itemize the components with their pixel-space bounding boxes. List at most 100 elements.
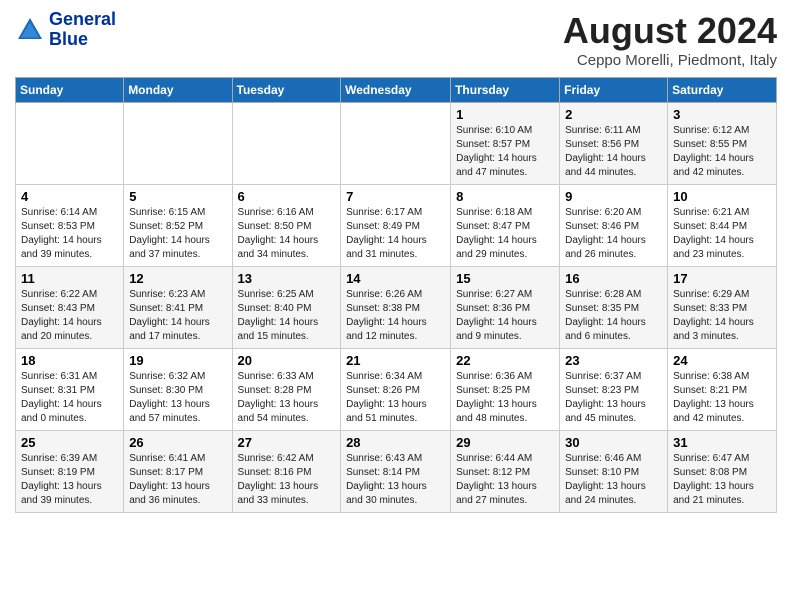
- calendar-cell: 23 Sunrise: 6:37 AM Sunset: 8:23 PM Dayli…: [560, 349, 668, 431]
- calendar-cell: 19 Sunrise: 6:32 AM Sunset: 8:30 PM Dayli…: [124, 349, 232, 431]
- calendar-cell: 8Sunrise: 6:18 AM Sunset: 8:47 PM Daylig…: [451, 185, 560, 267]
- day-number: 28: [346, 435, 445, 450]
- calendar-week-3: 18 Sunrise: 6:31 AM Sunset: 8:31 PM Dayli…: [16, 349, 777, 431]
- calendar-cell: 27 Sunrise: 6:42 AM Sunset: 8:16 PM Dayli…: [232, 431, 341, 513]
- calendar-cell: 31 Sunrise: 6:47 AM Sunset: 8:08 PM Dayli…: [668, 431, 777, 513]
- calendar-cell: 28 Sunrise: 6:43 AM Sunset: 8:14 PM Dayli…: [341, 431, 451, 513]
- day-number: 10: [673, 189, 771, 204]
- header-thursday: Thursday: [451, 78, 560, 103]
- day-number: 14: [346, 271, 445, 286]
- day-number: 31: [673, 435, 771, 450]
- day-number: 21: [346, 353, 445, 368]
- calendar-cell: 14 Sunrise: 6:26 AM Sunset: 8:38 PM Dayli…: [341, 267, 451, 349]
- header-saturday: Saturday: [668, 78, 777, 103]
- month-title: August 2024: [563, 10, 777, 52]
- calendar-cell: 6Sunrise: 6:16 AM Sunset: 8:50 PM Daylig…: [232, 185, 341, 267]
- calendar-cell: 20Sunrise: 6:33 AM Sunset: 8:28 PM Dayli…: [232, 349, 341, 431]
- logo: General Blue: [15, 10, 116, 50]
- calendar-cell: 29Sunrise: 6:44 AM Sunset: 8:12 PM Dayli…: [451, 431, 560, 513]
- logo-line2: Blue: [49, 30, 116, 50]
- day-info: Sunrise: 6:34 AM Sunset: 8:26 PM Dayligh…: [346, 370, 445, 426]
- calendar-header-row: Sunday Monday Tuesday Wednesday Thursday…: [16, 78, 777, 103]
- day-number: 26: [129, 435, 226, 450]
- day-number: 9: [565, 189, 662, 204]
- calendar-table: Sunday Monday Tuesday Wednesday Thursday…: [15, 77, 777, 513]
- header-tuesday: Tuesday: [232, 78, 341, 103]
- calendar-cell: 18 Sunrise: 6:31 AM Sunset: 8:31 PM Dayli…: [16, 349, 124, 431]
- calendar-week-2: 11Sunrise: 6:22 AM Sunset: 8:43 PM Dayli…: [16, 267, 777, 349]
- day-number: 6: [238, 189, 336, 204]
- calendar-cell: 22 Sunrise: 6:36 AM Sunset: 8:25 PM Dayli…: [451, 349, 560, 431]
- calendar-cell: [232, 103, 341, 185]
- calendar-week-4: 25Sunrise: 6:39 AM Sunset: 8:19 PM Dayli…: [16, 431, 777, 513]
- header-sunday: Sunday: [16, 78, 124, 103]
- day-info: Sunrise: 6:32 AM Sunset: 8:30 PM Dayligh…: [129, 370, 226, 426]
- day-info: Sunrise: 6:41 AM Sunset: 8:17 PM Dayligh…: [129, 452, 226, 508]
- day-number: 23: [565, 353, 662, 368]
- day-info: Sunrise: 6:20 AM Sunset: 8:46 PM Dayligh…: [565, 206, 662, 262]
- day-number: 24: [673, 353, 771, 368]
- calendar-cell: 24 Sunrise: 6:38 AM Sunset: 8:21 PM Dayli…: [668, 349, 777, 431]
- title-section: August 2024 Ceppo Morelli, Piedmont, Ita…: [563, 10, 777, 69]
- calendar-cell: 5Sunrise: 6:15 AM Sunset: 8:52 PM Daylig…: [124, 185, 232, 267]
- day-info: Sunrise: 6:29 AM Sunset: 8:33 PM Dayligh…: [673, 288, 771, 344]
- subtitle: Ceppo Morelli, Piedmont, Italy: [563, 52, 777, 69]
- day-number: 2: [565, 107, 662, 122]
- calendar-cell: 16 Sunrise: 6:28 AM Sunset: 8:35 PM Dayli…: [560, 267, 668, 349]
- calendar-cell: [341, 103, 451, 185]
- day-info: Sunrise: 6:31 AM Sunset: 8:31 PM Dayligh…: [21, 370, 118, 426]
- day-info: Sunrise: 6:26 AM Sunset: 8:38 PM Dayligh…: [346, 288, 445, 344]
- day-number: 7: [346, 189, 445, 204]
- day-info: Sunrise: 6:10 AM Sunset: 8:57 PM Dayligh…: [456, 124, 554, 180]
- calendar-cell: 9 Sunrise: 6:20 AM Sunset: 8:46 PM Daylig…: [560, 185, 668, 267]
- day-number: 3: [673, 107, 771, 122]
- day-number: 22: [456, 353, 554, 368]
- day-number: 29: [456, 435, 554, 450]
- calendar-cell: 3 Sunrise: 6:12 AM Sunset: 8:55 PM Daylig…: [668, 103, 777, 185]
- day-info: Sunrise: 6:36 AM Sunset: 8:25 PM Dayligh…: [456, 370, 554, 426]
- day-info: Sunrise: 6:17 AM Sunset: 8:49 PM Dayligh…: [346, 206, 445, 262]
- calendar-cell: [124, 103, 232, 185]
- calendar-cell: 30 Sunrise: 6:46 AM Sunset: 8:10 PM Dayli…: [560, 431, 668, 513]
- calendar-cell: 17 Sunrise: 6:29 AM Sunset: 8:33 PM Dayli…: [668, 267, 777, 349]
- day-info: Sunrise: 6:33 AM Sunset: 8:28 PM Dayligh…: [238, 370, 336, 426]
- day-info: Sunrise: 6:21 AM Sunset: 8:44 PM Dayligh…: [673, 206, 771, 262]
- day-info: Sunrise: 6:12 AM Sunset: 8:55 PM Dayligh…: [673, 124, 771, 180]
- day-info: Sunrise: 6:18 AM Sunset: 8:47 PM Dayligh…: [456, 206, 554, 262]
- calendar-cell: 7 Sunrise: 6:17 AM Sunset: 8:49 PM Daylig…: [341, 185, 451, 267]
- calendar-cell: 4Sunrise: 6:14 AM Sunset: 8:53 PM Daylig…: [16, 185, 124, 267]
- header-monday: Monday: [124, 78, 232, 103]
- calendar-cell: 26 Sunrise: 6:41 AM Sunset: 8:17 PM Dayli…: [124, 431, 232, 513]
- logo-icon: [15, 15, 45, 45]
- day-info: Sunrise: 6:42 AM Sunset: 8:16 PM Dayligh…: [238, 452, 336, 508]
- day-number: 19: [129, 353, 226, 368]
- calendar-cell: [16, 103, 124, 185]
- day-number: 27: [238, 435, 336, 450]
- day-info: Sunrise: 6:46 AM Sunset: 8:10 PM Dayligh…: [565, 452, 662, 508]
- day-info: Sunrise: 6:22 AM Sunset: 8:43 PM Dayligh…: [21, 288, 118, 344]
- day-number: 1: [456, 107, 554, 122]
- day-info: Sunrise: 6:28 AM Sunset: 8:35 PM Dayligh…: [565, 288, 662, 344]
- day-number: 13: [238, 271, 336, 286]
- day-info: Sunrise: 6:11 AM Sunset: 8:56 PM Dayligh…: [565, 124, 662, 180]
- header-wednesday: Wednesday: [341, 78, 451, 103]
- calendar-week-1: 4Sunrise: 6:14 AM Sunset: 8:53 PM Daylig…: [16, 185, 777, 267]
- day-number: 12: [129, 271, 226, 286]
- calendar-cell: 1 Sunrise: 6:10 AM Sunset: 8:57 PM Daylig…: [451, 103, 560, 185]
- day-info: Sunrise: 6:25 AM Sunset: 8:40 PM Dayligh…: [238, 288, 336, 344]
- day-number: 30: [565, 435, 662, 450]
- logo-line1: General: [49, 10, 116, 30]
- day-info: Sunrise: 6:37 AM Sunset: 8:23 PM Dayligh…: [565, 370, 662, 426]
- header-friday: Friday: [560, 78, 668, 103]
- day-info: Sunrise: 6:47 AM Sunset: 8:08 PM Dayligh…: [673, 452, 771, 508]
- day-info: Sunrise: 6:23 AM Sunset: 8:41 PM Dayligh…: [129, 288, 226, 344]
- day-number: 25: [21, 435, 118, 450]
- header: General Blue August 2024 Ceppo Morelli, …: [15, 10, 777, 69]
- day-info: Sunrise: 6:43 AM Sunset: 8:14 PM Dayligh…: [346, 452, 445, 508]
- day-number: 16: [565, 271, 662, 286]
- day-number: 18: [21, 353, 118, 368]
- day-number: 17: [673, 271, 771, 286]
- calendar-cell: 2 Sunrise: 6:11 AM Sunset: 8:56 PM Daylig…: [560, 103, 668, 185]
- calendar-cell: 11Sunrise: 6:22 AM Sunset: 8:43 PM Dayli…: [16, 267, 124, 349]
- day-info: Sunrise: 6:38 AM Sunset: 8:21 PM Dayligh…: [673, 370, 771, 426]
